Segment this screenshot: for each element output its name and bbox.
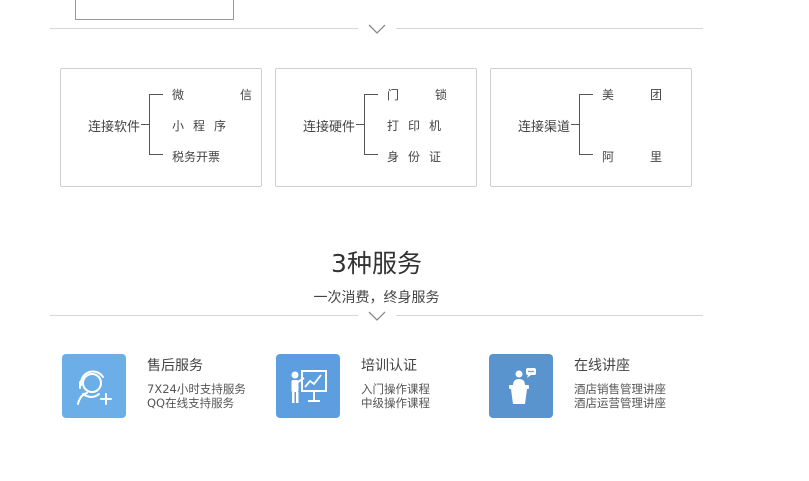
card-connect-software: 连接软件 微信 小程序 税务开票 — [60, 68, 262, 187]
card-item: 打印机 — [387, 119, 441, 133]
card-title: 连接渠道 — [518, 120, 571, 135]
headset-support-icon — [77, 370, 112, 405]
card-item: 美团 — [602, 88, 662, 102]
service-icon-box — [489, 354, 553, 418]
presentation-board-icon — [291, 370, 327, 403]
service-icon-box — [276, 354, 340, 418]
service-name: 售后服务 — [147, 358, 203, 374]
service-online-lecture[interactable]: 在线讲座 酒店销售管理讲座 酒店运营管理讲座 — [489, 354, 699, 418]
card-item: 门锁 — [387, 88, 447, 102]
card-connect-hardware: 连接硬件 门锁 打印机 身份证 — [275, 68, 477, 187]
card-item: 微信 — [172, 88, 252, 102]
service-name: 在线讲座 — [574, 358, 630, 374]
card-item: 阿里 — [602, 150, 662, 164]
service-detail: QQ在线支持服务 — [147, 396, 235, 410]
service-icon-box — [62, 354, 126, 418]
bracket-connector — [364, 94, 378, 155]
divider-top — [50, 24, 703, 34]
bracket-connector — [149, 94, 163, 155]
divider-services — [50, 311, 703, 321]
service-training[interactable]: 培训认证 入门操作课程 中级操作课程 — [276, 354, 476, 418]
card-title: 连接硬件 — [303, 120, 356, 135]
top-partial-box — [75, 0, 234, 20]
card-item: 身份证 — [387, 150, 441, 164]
service-detail: 中级操作课程 — [361, 396, 430, 410]
section-subtitle: 一次消费，终身服务 — [313, 290, 440, 306]
service-detail: 酒店运营管理讲座 — [574, 396, 666, 410]
section-title: 3种服务 — [331, 249, 422, 278]
chevron-down-icon — [368, 24, 386, 34]
card-item: 税务开票 — [172, 150, 221, 164]
card-item: 小程序 — [172, 119, 226, 133]
service-after-sales[interactable]: 售后服务 7X24小时支持服务 QQ在线支持服务 — [62, 354, 262, 418]
card-title: 连接软件 — [88, 120, 141, 135]
chevron-down-icon — [368, 311, 386, 321]
card-connect-channels: 连接渠道 美团 阿里 — [490, 68, 692, 187]
service-name: 培训认证 — [361, 358, 417, 374]
bracket-connector — [579, 94, 593, 155]
podium-speaker-icon — [509, 368, 536, 404]
